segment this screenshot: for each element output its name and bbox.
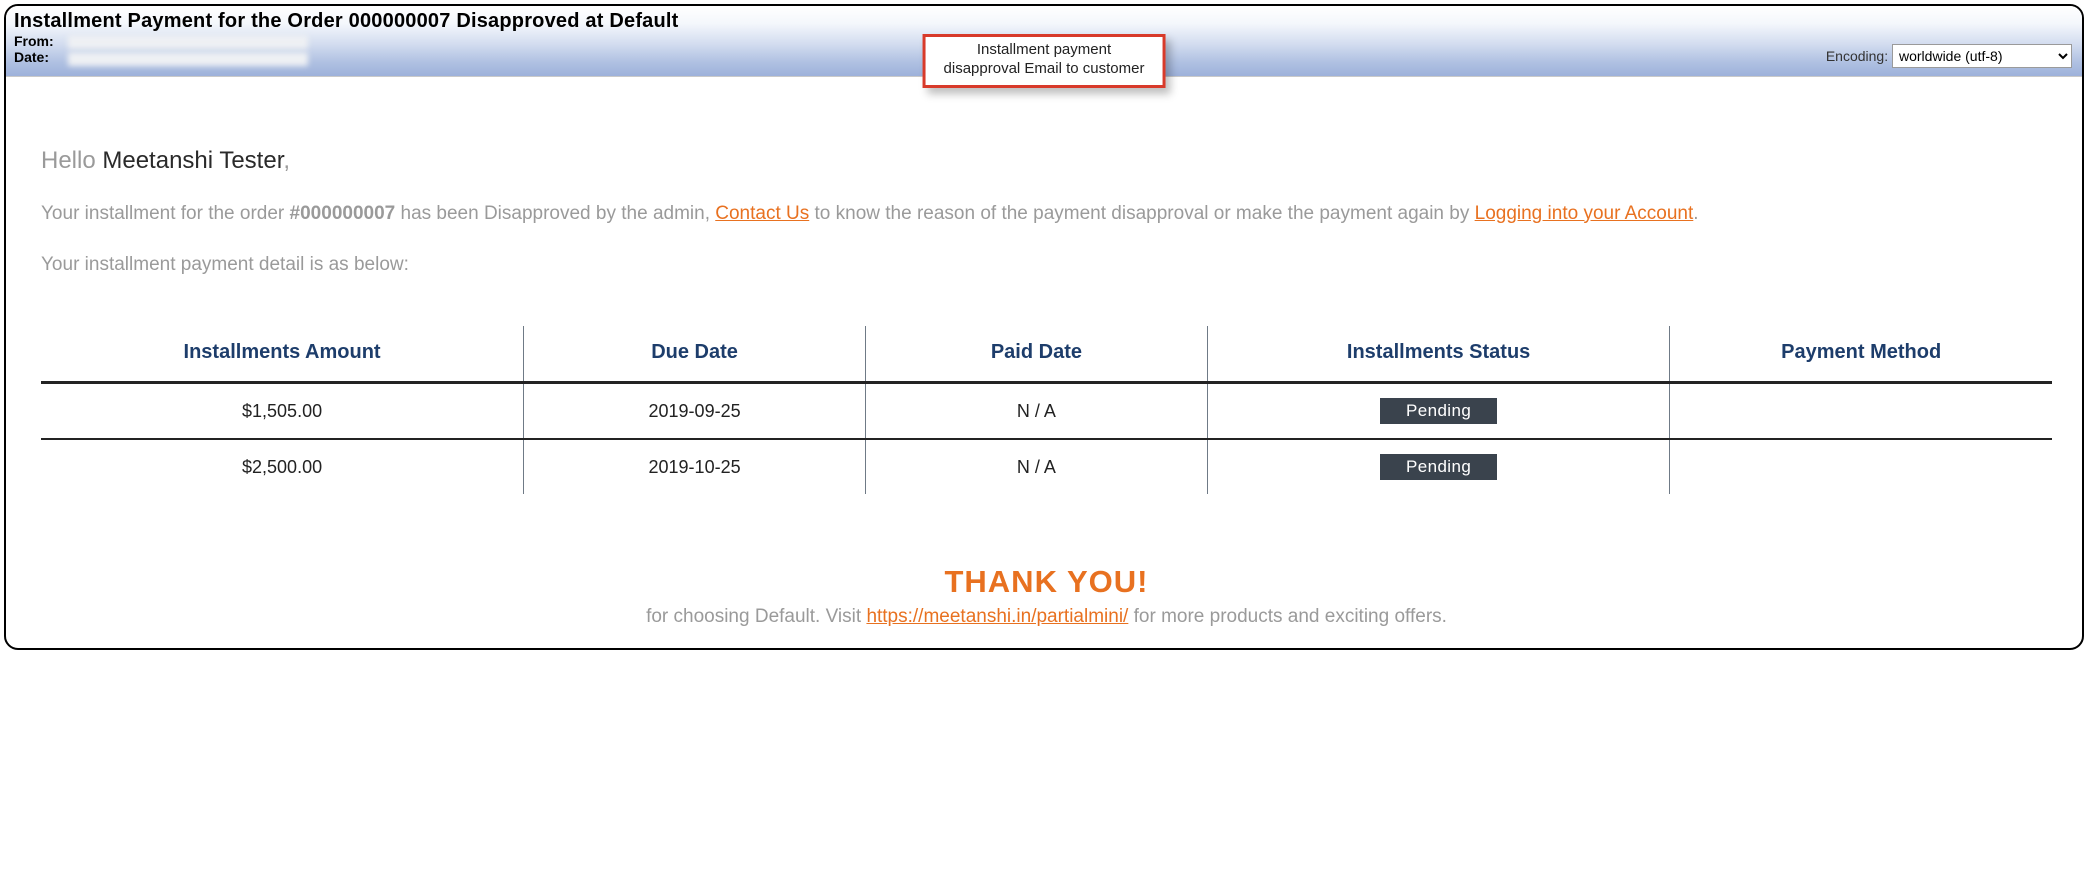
th-paid: Paid Date (865, 326, 1207, 383)
date-value-redacted (68, 52, 308, 66)
cell-due: 2019-09-25 (524, 383, 866, 440)
cell-due: 2019-10-25 (524, 439, 866, 494)
footer-url-link[interactable]: https://meetanshi.in/partialmini/ (866, 606, 1128, 627)
thank-you-footer: THANK YOU! for choosing Default. Visit h… (41, 564, 2052, 628)
th-status: Installments Status (1207, 326, 1670, 383)
email-preview-window: Installment Payment for the Order 000000… (4, 4, 2084, 650)
cell-status: Pending (1207, 383, 1670, 440)
footer-line: for choosing Default. Visit https://meet… (41, 606, 2052, 628)
cell-paid: N / A (865, 383, 1207, 440)
th-amount: Installments Amount (41, 326, 524, 383)
installments-table: Installments Amount Due Date Paid Date I… (41, 326, 2052, 494)
th-method: Payment Method (1670, 326, 2052, 383)
encoding-label: Encoding: (1826, 48, 1888, 64)
disapproval-paragraph: Your installment for the order #00000000… (41, 199, 2052, 228)
p1-text-c: to know the reason of the payment disapp… (809, 203, 1474, 224)
cell-amount: $1,505.00 (41, 383, 524, 440)
footer-text-a: for choosing Default. Visit (646, 606, 866, 627)
table-row: $2,500.00 2019-10-25 N / A Pending (41, 439, 2052, 494)
cell-status: Pending (1207, 439, 1670, 494)
login-account-link[interactable]: Logging into your Account (1475, 203, 1694, 224)
cell-method (1670, 383, 2052, 440)
callout-line-1: Installment payment (944, 41, 1145, 60)
p1-period: . (1693, 203, 1698, 224)
thank-you-heading: THANK YOU! (41, 564, 2052, 600)
greeting: Hello Meetanshi Tester, (41, 147, 2052, 175)
date-label: Date: (14, 49, 64, 65)
footer-text-b: for more products and exciting offers. (1128, 606, 1447, 627)
from-label: From: (14, 33, 64, 49)
customer-name: Meetanshi Tester (102, 147, 283, 174)
status-badge: Pending (1380, 398, 1497, 424)
p1-text-a: Your installment for the order (41, 203, 290, 224)
email-body: Hello Meetanshi Tester, Your installment… (6, 77, 2082, 648)
cell-paid: N / A (865, 439, 1207, 494)
encoding-control: Encoding: worldwide (utf-8) (1826, 44, 2072, 68)
callout-line-2: disapproval Email to customer (944, 60, 1145, 79)
from-value-redacted (68, 35, 308, 49)
th-due: Due Date (524, 326, 866, 383)
greeting-comma: , (283, 147, 290, 174)
status-badge: Pending (1380, 454, 1497, 480)
encoding-select[interactable]: worldwide (utf-8) (1892, 44, 2072, 68)
contact-us-link[interactable]: Contact Us (715, 203, 809, 224)
cell-amount: $2,500.00 (41, 439, 524, 494)
hello-text: Hello (41, 147, 102, 174)
table-row: $1,505.00 2019-09-25 N / A Pending (41, 383, 2052, 440)
detail-intro: Your installment payment detail is as be… (41, 254, 2052, 276)
email-header: Installment Payment for the Order 000000… (6, 6, 2082, 77)
order-number: #000000007 (290, 203, 396, 224)
p1-text-b: has been Disapproved by the admin, (395, 203, 715, 224)
email-subject: Installment Payment for the Order 000000… (14, 10, 2074, 33)
cell-method (1670, 439, 2052, 494)
annotation-callout: Installment payment disapproval Email to… (923, 34, 1166, 88)
